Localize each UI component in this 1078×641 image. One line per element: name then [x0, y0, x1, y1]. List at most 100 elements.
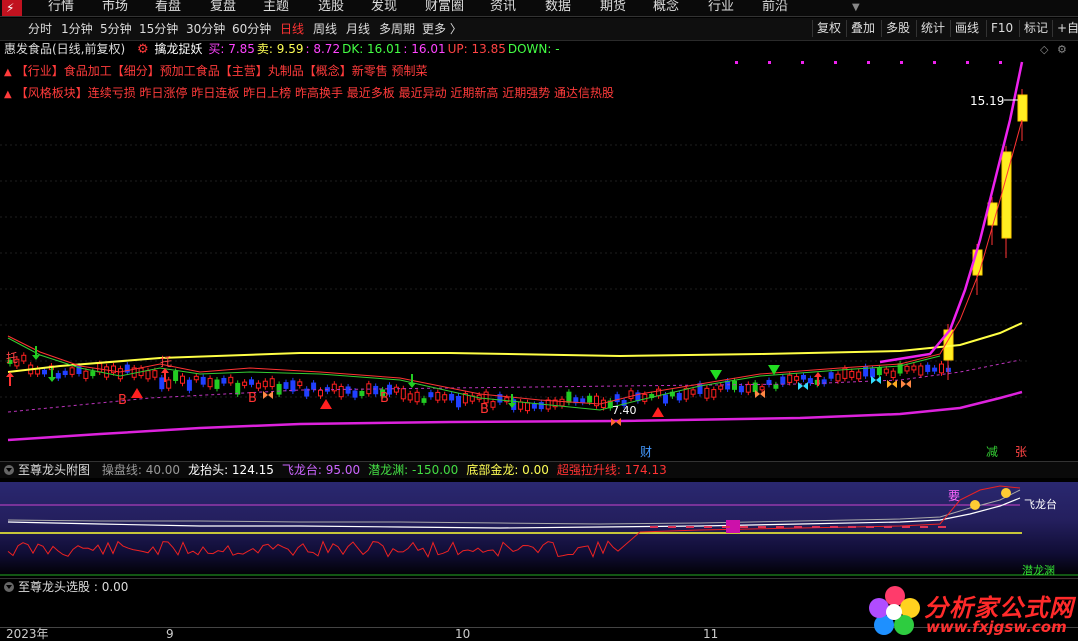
candle-body	[835, 373, 841, 382]
candle-body	[221, 377, 227, 384]
red-triangle-marker	[131, 388, 143, 398]
candle-body	[393, 386, 399, 393]
candle-body	[787, 374, 793, 383]
flower-logo-icon	[869, 586, 920, 635]
butterfly-icon	[611, 418, 621, 426]
label-yao: 要	[948, 489, 960, 503]
candle-body	[828, 372, 834, 379]
candle-body	[738, 385, 744, 393]
arrow-head	[408, 383, 416, 388]
candle-body	[676, 392, 682, 401]
signal-dot	[999, 61, 1002, 64]
kline-chart[interactable]: 15.19 7.40 财 减 张 托 托 B B B B 要飞龙台潜龙渊	[0, 0, 1078, 639]
label-fei-long-tai: 飞龙台	[1024, 497, 1057, 511]
candle-body	[663, 394, 668, 404]
candle-body	[876, 367, 882, 376]
candle-body	[180, 375, 185, 384]
candle-body	[566, 391, 572, 403]
marker-b: B	[118, 393, 127, 408]
red-triangle-marker	[652, 407, 664, 417]
candle-body	[883, 368, 889, 374]
sub-indicator-values: 操盘线: 40.00 龙抬头: 124.15 飞龙台: 95.00 潜龙渊: -150…	[94, 463, 667, 477]
candle-body	[62, 370, 68, 376]
candle-body	[559, 398, 565, 407]
candle-body	[780, 376, 786, 385]
candle-body	[870, 368, 875, 378]
x-label-0: 2023年	[6, 627, 49, 641]
candle-body	[801, 374, 806, 380]
candle-body	[373, 385, 379, 395]
candle-body	[117, 368, 123, 380]
candle-body	[856, 371, 862, 380]
candle-body	[711, 389, 717, 398]
candle-body	[159, 377, 165, 390]
candle-body	[428, 392, 434, 398]
candle-body	[407, 393, 413, 401]
candle-body	[200, 376, 206, 385]
signal-dot	[735, 61, 738, 64]
candle-body	[718, 385, 724, 390]
marker-tuo: 托	[6, 351, 18, 365]
candle-body	[414, 391, 420, 403]
sub-chart-header: 至尊龙头附图 操盘线: 40.00 龙抬头: 124.15 飞龙台: 95.00 潜龙…	[0, 461, 1078, 478]
label-qian-long-yuan: 潜龙渊	[1022, 563, 1055, 577]
x-label-2: 10	[455, 627, 471, 641]
candle-body	[442, 394, 448, 401]
sub-value-2: 飞龙台: 95.00	[281, 463, 361, 477]
candle-body	[83, 370, 89, 379]
candle-body	[352, 390, 358, 398]
signal-dot	[801, 61, 804, 64]
marker-jian: 减	[986, 445, 998, 459]
candle-body	[518, 401, 524, 410]
candle-body	[918, 365, 924, 376]
money-bag-icon	[970, 500, 980, 510]
candle-body	[90, 371, 96, 377]
candle-body	[104, 366, 110, 378]
candle-body	[400, 388, 406, 400]
candle-body	[531, 403, 537, 409]
candle-body	[97, 363, 103, 373]
green-triangle-marker	[710, 370, 722, 380]
candle-body	[297, 381, 303, 387]
candle-body	[580, 398, 586, 403]
red-triangle-marker	[320, 399, 332, 409]
marker-tuo: 托	[160, 355, 172, 369]
candle-body	[794, 376, 800, 381]
signal-dot	[966, 61, 969, 64]
marker-zhang: 张	[1015, 445, 1027, 459]
candle-body	[242, 381, 248, 386]
candle-body	[145, 370, 151, 380]
candle-body	[152, 370, 158, 378]
arrow-head	[32, 355, 40, 360]
candle-body	[42, 369, 47, 375]
candle-body	[925, 364, 931, 372]
candle-body	[235, 382, 241, 395]
candle-body	[69, 367, 75, 375]
marker-cai: 财	[640, 445, 652, 459]
candle-body	[642, 393, 648, 402]
candle-body	[173, 371, 179, 382]
candle-body	[456, 395, 461, 408]
collapse-icon[interactable]	[4, 465, 14, 475]
lower-band-line	[7, 390, 1023, 442]
butterfly-icon	[901, 380, 911, 388]
candle-body	[276, 383, 282, 395]
candle-body	[435, 391, 441, 401]
arrow-head	[6, 372, 14, 377]
sub-value-0: 操盘线: 40.00	[101, 463, 181, 477]
candle-body	[745, 383, 751, 393]
candle-body	[773, 384, 779, 389]
signal-dot	[834, 61, 837, 64]
candle-body	[21, 354, 27, 362]
candle-body	[525, 402, 530, 412]
candle-body	[359, 390, 365, 396]
arrow-head	[814, 372, 822, 377]
butterfly-icon	[871, 376, 881, 384]
candle-body	[193, 375, 199, 381]
x-label-1: 9	[166, 627, 174, 641]
cao-pan-line	[7, 489, 1021, 525]
butterfly-icon	[798, 382, 808, 390]
candle-body	[345, 386, 351, 394]
marker-b: B	[380, 391, 389, 406]
collapse-icon[interactable]	[4, 582, 14, 592]
